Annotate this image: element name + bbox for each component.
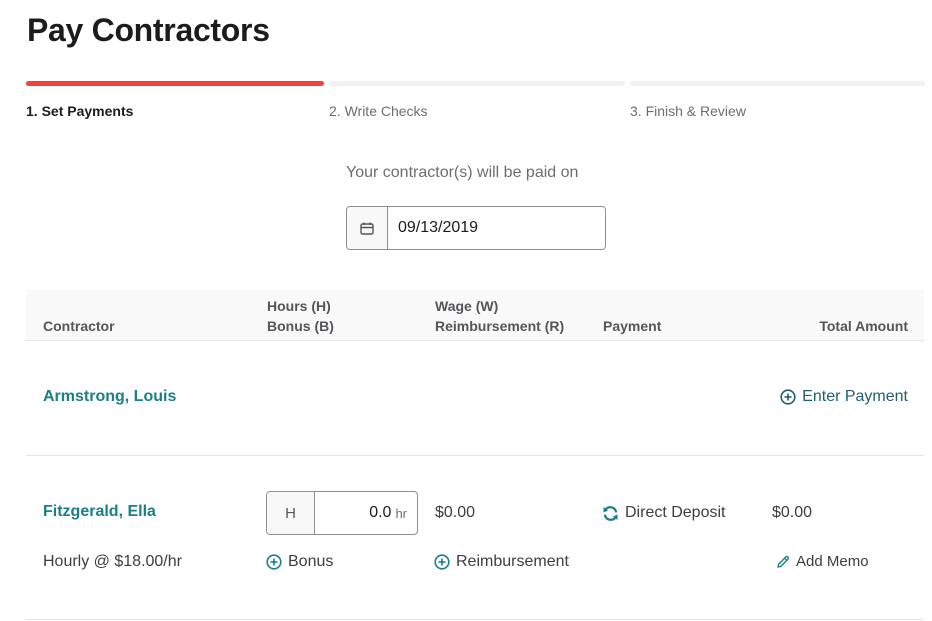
header-hours: Hours (H) [267, 298, 331, 314]
step-write-checks: 2. Write Checks [329, 81, 625, 119]
pay-date-label: Your contractor(s) will be paid on [346, 164, 579, 181]
contractor-name-link[interactable]: Armstrong, Louis [43, 388, 176, 406]
add-bonus-button[interactable]: Bonus [266, 553, 333, 571]
step-finish-review: 3. Finish & Review [630, 81, 925, 119]
payment-method-button[interactable]: Direct Deposit [602, 504, 725, 522]
hours-field[interactable]: H 0.0 hr [266, 491, 418, 535]
enter-payment-button[interactable]: Enter Payment [780, 388, 908, 406]
step-label: 3. Finish & Review [630, 103, 746, 119]
pencil-icon [777, 555, 790, 568]
add-memo-button[interactable]: Add Memo [776, 553, 869, 570]
pay-rate: Hourly @ $18.00/hr [43, 553, 182, 570]
refresh-icon [603, 505, 618, 521]
hours-prefix: H [267, 492, 315, 534]
plus-circle-icon [266, 554, 282, 570]
header-reimbursement: Reimbursement (R) [435, 318, 565, 334]
step-progress-bar [26, 81, 324, 86]
hours-unit: hr [395, 505, 407, 521]
enter-payment-label: Enter Payment [802, 388, 908, 405]
step-label: 2. Write Checks [329, 103, 428, 119]
header-contractor: Contractor [43, 318, 115, 334]
header-payment: Payment [603, 318, 662, 334]
total-amount: $0.00 [772, 504, 813, 521]
header-total-amount: Total Amount [819, 318, 908, 334]
header-wage-reimbursement: Wage (W) Reimbursement (R) [435, 296, 564, 336]
step-set-payments: 1. Set Payments [26, 81, 324, 119]
hours-value: 0.0 [369, 504, 392, 521]
add-memo-label: Add Memo [796, 553, 869, 570]
header-wage: Wage (W) [435, 298, 499, 314]
calendar-icon [360, 222, 374, 235]
add-bonus-label: Bonus [288, 553, 334, 570]
table-row: Fitzgerald, Ella Hourly @ $18.00/hr H 0.… [26, 456, 924, 620]
pay-date-input[interactable] [388, 207, 605, 249]
table-row: Armstrong, Louis Enter Payment [26, 341, 924, 456]
add-reimbursement-button[interactable]: Reimbursement [434, 553, 569, 571]
header-hours-bonus: Hours (H) Bonus (B) [267, 296, 334, 336]
payment-method-label: Direct Deposit [625, 504, 726, 521]
plus-circle-icon [434, 554, 450, 570]
hours-input[interactable]: 0.0 hr [315, 492, 417, 534]
step-label: 1. Set Payments [26, 103, 134, 119]
table-header: Contractor Hours (H) Bonus (B) Wage (W) … [26, 290, 924, 341]
step-progress-bar [329, 81, 625, 86]
contractor-name-link[interactable]: Fitzgerald, Ella [43, 503, 156, 521]
page-title: Pay Contractors [27, 12, 270, 48]
wage-amount: $0.00 [435, 504, 476, 521]
calendar-button[interactable] [347, 207, 388, 249]
pay-date-field[interactable] [346, 206, 606, 250]
plus-circle-icon [780, 389, 796, 405]
add-reimbursement-label: Reimbursement [456, 553, 569, 570]
progress-stepper: 1. Set Payments 2. Write Checks 3. Finis… [26, 81, 925, 131]
step-progress-bar [630, 81, 925, 86]
header-bonus: Bonus (B) [267, 318, 334, 334]
